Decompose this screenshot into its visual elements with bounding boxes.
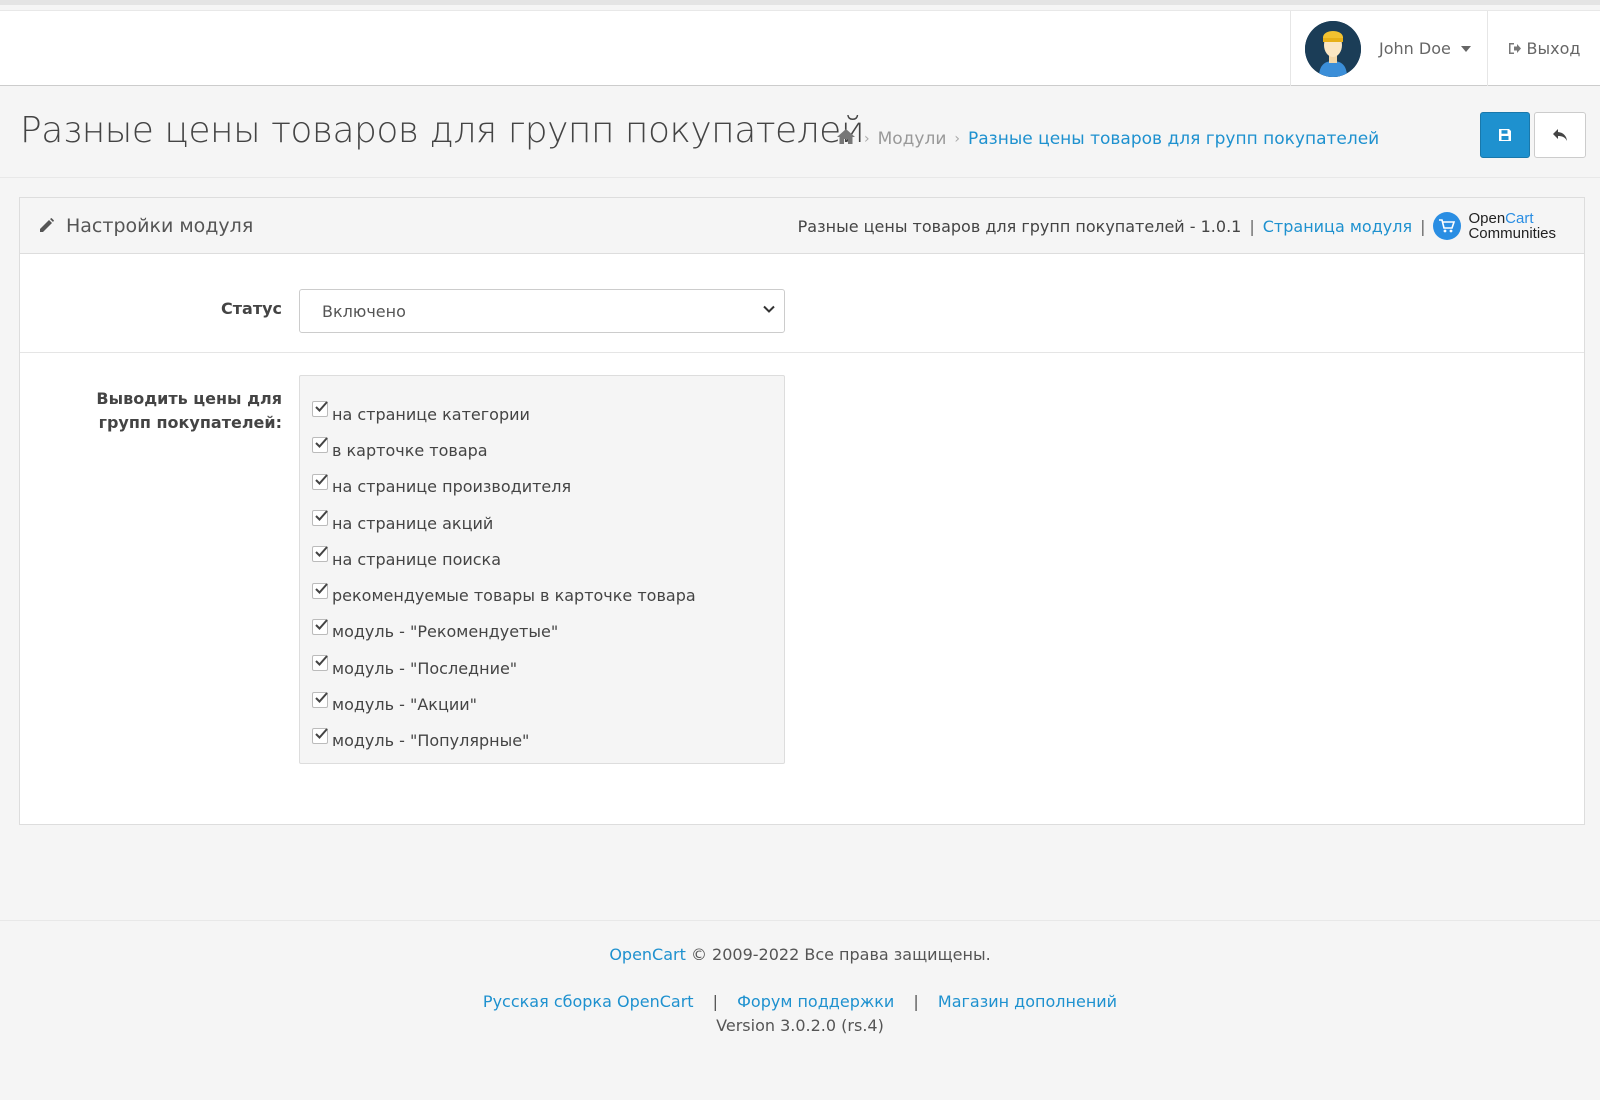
pencil-icon: [40, 218, 54, 232]
version-text: Version 3.0.2.0 (rs.4): [716, 1016, 884, 1035]
user-name: John Doe: [1379, 39, 1451, 58]
status-label: Статус: [221, 299, 282, 318]
checkbox[interactable]: [312, 546, 328, 563]
checkmark-icon: [315, 510, 328, 521]
checkmark-icon: [315, 655, 328, 667]
breadcrumb-separator: ›: [864, 131, 870, 147]
panel-heading: Настройки модуля Разные цены товаров для…: [20, 198, 1584, 254]
checklist-item[interactable]: модуль - "Акции": [300, 686, 784, 722]
footer-copyright: OpenCart © 2009-2022 Все права защищены.: [0, 945, 1600, 969]
checklist-item[interactable]: в карточке товара: [300, 432, 784, 468]
checklist-item[interactable]: рекомендуемые товары в карточке товара: [300, 577, 784, 613]
checkmark-icon: [315, 691, 328, 703]
page-header-divider: [0, 177, 1600, 178]
checklist-item[interactable]: на странице акций: [300, 505, 784, 541]
back-button[interactable]: [1534, 112, 1586, 158]
save-icon: [1499, 129, 1511, 141]
panel-title: Настройки модуля: [39, 215, 253, 237]
footer: OpenCart © 2009-2022 Все права защищены.…: [0, 945, 1600, 1040]
checklist-item-label: на странице категории: [332, 404, 530, 424]
footer-links: Русская сборка OpenCart | Форум поддержк…: [0, 992, 1600, 1016]
checkbox[interactable]: [312, 401, 328, 418]
checkbox[interactable]: [312, 691, 328, 708]
module-meta: Разные цены товаров для групп покупателе…: [798, 198, 1556, 254]
breadcrumb-home[interactable]: [836, 128, 856, 150]
chevron-down-icon: [763, 305, 775, 313]
caret-down-icon: [1460, 45, 1471, 52]
status-row: Статус Включено: [20, 255, 1584, 353]
checkmark-icon: [315, 437, 328, 449]
checkmark-icon: [315, 474, 328, 485]
status-select[interactable]: Включено: [299, 289, 785, 333]
settings-panel: Настройки модуля Разные цены товаров для…: [19, 197, 1585, 825]
save-button[interactable]: [1480, 112, 1530, 158]
checkbox[interactable]: [312, 510, 328, 527]
checkmark-icon: [315, 728, 328, 739]
breadcrumb-current[interactable]: Разные цены товаров для групп покупателе…: [968, 129, 1379, 149]
checkmark-icon: [315, 619, 328, 630]
checklist-item-label: на странице поиска: [332, 549, 502, 569]
checklist-item-label: в карточке товара: [332, 440, 488, 460]
checkbox[interactable]: [312, 437, 328, 454]
status-select-value: Включено: [322, 301, 406, 321]
reply-icon: [1553, 129, 1567, 141]
checklist-item[interactable]: на странице категории: [300, 396, 784, 432]
home-icon: [837, 129, 855, 144]
groups-label: Выводить цены для групп покупателей:: [96, 389, 282, 432]
module-version-text: Разные цены товаров для групп покупателе…: [797, 216, 1242, 236]
opencart-communities-logo[interactable]: OpenCart Communities: [1433, 211, 1556, 241]
checkbox[interactable]: [312, 655, 328, 672]
sign-out-icon: [1508, 43, 1521, 54]
cart-icon: [1433, 212, 1462, 240]
checkmark-icon: [315, 401, 328, 413]
checkbox[interactable]: [312, 582, 328, 599]
footer-separator: |: [712, 992, 719, 1011]
top-header: John Doe Выход: [0, 10, 1600, 86]
checklist-item[interactable]: модуль - "Последние": [300, 650, 784, 686]
checklist-item[interactable]: на странице поиска: [300, 541, 784, 577]
meta-separator: |: [1249, 216, 1255, 236]
checkbox[interactable]: [312, 727, 328, 744]
breadcrumb-modules[interactable]: Модули: [878, 129, 947, 149]
checklist-item-label: модуль - "Рекомендуетые": [332, 622, 559, 642]
browser-top-strip: [0, 0, 1600, 5]
checklist-item[interactable]: модуль - "Популярные": [300, 723, 784, 759]
breadcrumb: › Модули › Разные цены товаров для групп…: [836, 128, 1379, 150]
checklist-item-label: модуль - "Популярные": [332, 731, 530, 751]
checklist-item-label: рекомендуемые товары в карточке товара: [332, 586, 696, 606]
copyright-text: © 2009-2022 Все права защищены.: [690, 945, 991, 964]
footer-divider: [0, 920, 1600, 921]
panel-title-text: Настройки модуля: [66, 214, 254, 237]
page-title: Разные цены товаров для групп покупателе…: [20, 110, 865, 151]
checklist-item-label: модуль - "Акции": [332, 695, 478, 715]
checklist-item-label: модуль - "Последние": [332, 658, 518, 678]
checklist-item[interactable]: на странице производителя: [300, 469, 784, 505]
addons-store-link[interactable]: Магазин дополнений: [938, 992, 1117, 1011]
logout-label: Выход: [1526, 39, 1581, 58]
footer-separator: |: [913, 992, 919, 1011]
checklist-item-label: на странице производителя: [332, 477, 572, 497]
checkmark-icon: [315, 582, 328, 594]
module-page-link[interactable]: Страница модуля: [1263, 217, 1412, 236]
price-display-checklist: на странице категории в карточке товара на…: [299, 375, 785, 764]
checklist-item-label: на странице акций: [332, 513, 494, 533]
breadcrumb-separator: ›: [954, 131, 961, 147]
user-menu[interactable]: John Doe: [1290, 11, 1487, 86]
checkbox[interactable]: [312, 618, 328, 635]
avatar: [1305, 20, 1361, 77]
checkmark-icon: [315, 546, 328, 558]
meta-separator: |: [1420, 216, 1426, 236]
support-forum-link[interactable]: Форум поддержки: [737, 992, 894, 1011]
opencart-logo-text: OpenCart Communities: [1468, 210, 1556, 242]
checklist-item[interactable]: модуль - "Рекомендуетые": [300, 614, 784, 650]
checkbox[interactable]: [312, 473, 328, 490]
russian-build-link[interactable]: Русская сборка OpenCart: [483, 992, 694, 1011]
logout-button[interactable]: Выход: [1487, 11, 1600, 86]
opencart-link[interactable]: OpenCart: [609, 945, 686, 964]
